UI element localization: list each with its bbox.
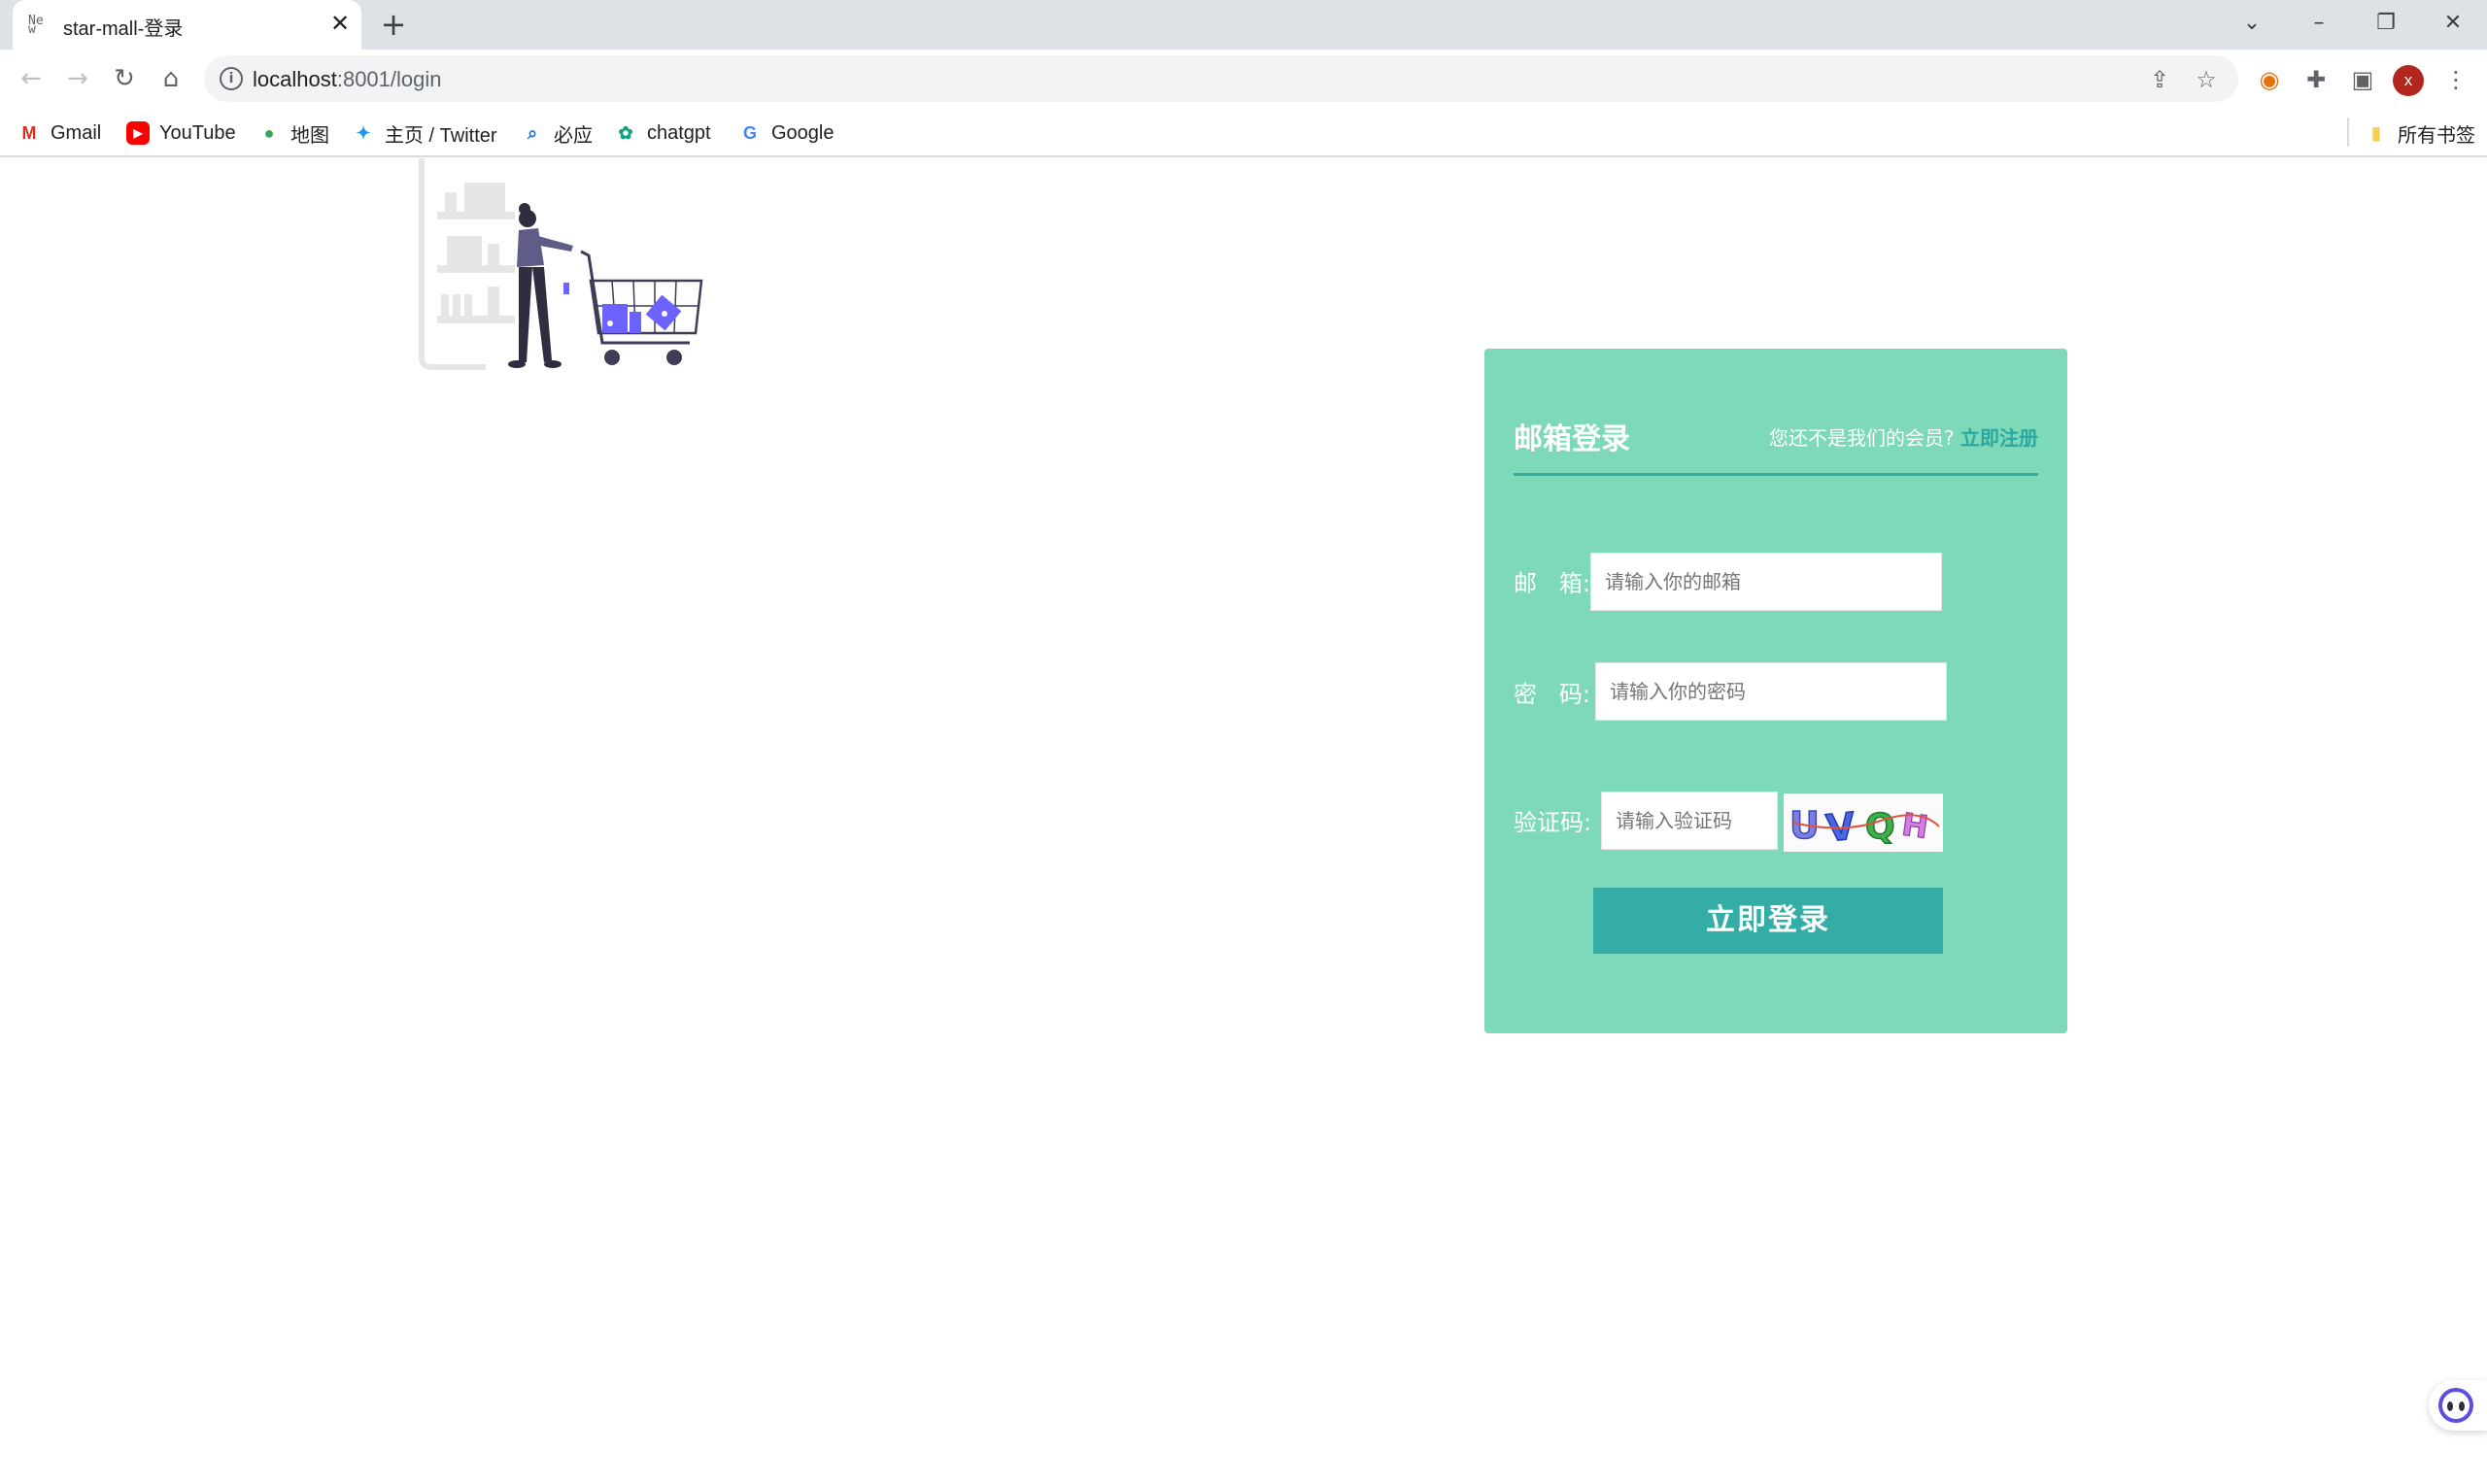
youtube-icon: ▶ xyxy=(126,121,150,145)
bookmark-chatgpt[interactable]: ✿ chatgpt xyxy=(614,119,711,147)
tab-strip: Ne w star-mall-登录 ✕ + ⌄ – ❐ ✕ xyxy=(0,0,2487,50)
svg-text:Q: Q xyxy=(1865,807,1895,847)
site-info-icon[interactable]: i xyxy=(220,67,243,90)
extension-chat-icon[interactable]: ◉ xyxy=(2252,62,2287,97)
all-bookmarks[interactable]: ▮ 所有书签 xyxy=(2365,119,2475,147)
bookmark-label: 必应 xyxy=(554,124,593,147)
bookmark-bing[interactable]: ⌕ 必应 xyxy=(521,119,593,147)
url-text[interactable]: localhost:8001/login xyxy=(253,67,442,92)
new-favicon-icon: Ne w xyxy=(28,14,44,37)
captcha-input[interactable] xyxy=(1601,792,1778,850)
robot-face-icon xyxy=(2438,1388,2473,1423)
folder-icon: ▮ xyxy=(2371,123,2381,143)
register-prompt: 您还不是我们的会员? 立即注册 xyxy=(1769,422,2038,451)
close-window-icon[interactable]: ✕ xyxy=(2434,4,2472,43)
bookmark-label: 地图 xyxy=(290,124,329,147)
register-link[interactable]: 立即注册 xyxy=(1960,426,2038,450)
bookmarks-divider xyxy=(2347,118,2349,147)
bookmark-maps[interactable]: ● 地图 xyxy=(257,119,329,147)
captcha-label: 验证码: xyxy=(1514,809,1592,836)
bookmark-label: Google xyxy=(771,121,835,144)
bing-icon: ⌕ xyxy=(527,123,538,143)
menu-kebab-icon[interactable]: ⋮ xyxy=(2438,62,2473,97)
email-input[interactable] xyxy=(1590,553,1942,611)
minimize-icon[interactable]: – xyxy=(2300,4,2338,43)
maps-icon: ● xyxy=(263,123,275,143)
email-label: 邮 箱: xyxy=(1514,570,1590,597)
member-question: 您还不是我们的会员? xyxy=(1769,426,1955,450)
share-icon[interactable]: ⇪ xyxy=(2145,65,2174,94)
bookmark-label: chatgpt xyxy=(647,121,711,144)
login-submit-button[interactable]: 立即登录 xyxy=(1593,888,1943,954)
tab-title: star-mall-登录 xyxy=(63,18,184,40)
toolbar: ← → ↻ ⌂ i localhost:8001/login ⇪ ☆ xyxy=(0,50,2487,108)
gmail-icon: M xyxy=(21,123,37,143)
url-host: localhost xyxy=(253,67,337,91)
all-bookmarks-label: 所有书签 xyxy=(2398,124,2475,147)
twitter-icon: ✦ xyxy=(356,123,371,143)
title-divider xyxy=(1514,473,2038,476)
bookmark-youtube[interactable]: ▶ YouTube xyxy=(126,119,236,147)
bookmark-label: YouTube xyxy=(159,121,236,144)
password-input[interactable] xyxy=(1595,662,1947,721)
restore-icon[interactable]: ❐ xyxy=(2367,4,2405,43)
close-tab-icon[interactable]: ✕ xyxy=(326,10,354,37)
tab-active[interactable]: Ne w star-mall-登录 ✕ xyxy=(13,0,361,50)
svg-text:H: H xyxy=(1899,806,1930,846)
browser-window: Ne w star-mall-登录 ✕ + ⌄ – ❐ ✕ ← → ↻ ⌂ i l… xyxy=(0,0,2487,1484)
bookmark-gmail[interactable]: M Gmail xyxy=(17,119,102,147)
password-label: 密 码: xyxy=(1514,681,1590,708)
home-icon[interactable]: ⌂ xyxy=(153,61,188,96)
page-content: 邮箱登录 您还不是我们的会员? 立即注册 邮 箱: 密 码: 验证码: U V … xyxy=(0,158,2487,1484)
shopping-cart-illustration xyxy=(419,158,703,370)
tab-search-icon[interactable]: ⌄ xyxy=(2232,4,2271,43)
forward-icon[interactable]: → xyxy=(60,61,95,96)
assistant-widget[interactable] xyxy=(2429,1380,2487,1431)
address-bar[interactable]: i localhost:8001/login ⇪ ☆ xyxy=(204,55,2238,102)
bookmark-label: 主页 / Twitter xyxy=(385,124,497,147)
login-card: 邮箱登录 您还不是我们的会员? 立即注册 邮 箱: 密 码: 验证码: U V … xyxy=(1484,349,2067,1033)
back-icon[interactable]: ← xyxy=(14,61,49,96)
bookmark-google[interactable]: G Google xyxy=(738,119,835,147)
url-path: :8001/login xyxy=(336,67,442,91)
captcha-image[interactable]: U V Q H xyxy=(1784,793,1943,852)
login-title: 邮箱登录 xyxy=(1514,422,1630,456)
bookmark-star-icon[interactable]: ☆ xyxy=(2192,65,2221,94)
google-icon: G xyxy=(742,123,757,143)
bookmark-label: Gmail xyxy=(51,121,102,144)
side-panel-icon[interactable]: ▣ xyxy=(2345,62,2380,97)
extensions-puzzle-icon[interactable]: ✚ xyxy=(2299,62,2334,97)
bookmark-twitter[interactable]: ✦ 主页 / Twitter xyxy=(352,119,497,147)
bookmarks-bar: M Gmail ▶ YouTube ● 地图 ✦ 主页 / Twitter ⌕ 必应 ✿ c… xyxy=(0,108,2487,157)
reload-icon[interactable]: ↻ xyxy=(107,61,142,96)
chatgpt-icon: ✿ xyxy=(618,123,633,143)
profile-avatar[interactable]: x xyxy=(2393,65,2424,96)
new-tab-icon[interactable]: + xyxy=(377,8,410,41)
